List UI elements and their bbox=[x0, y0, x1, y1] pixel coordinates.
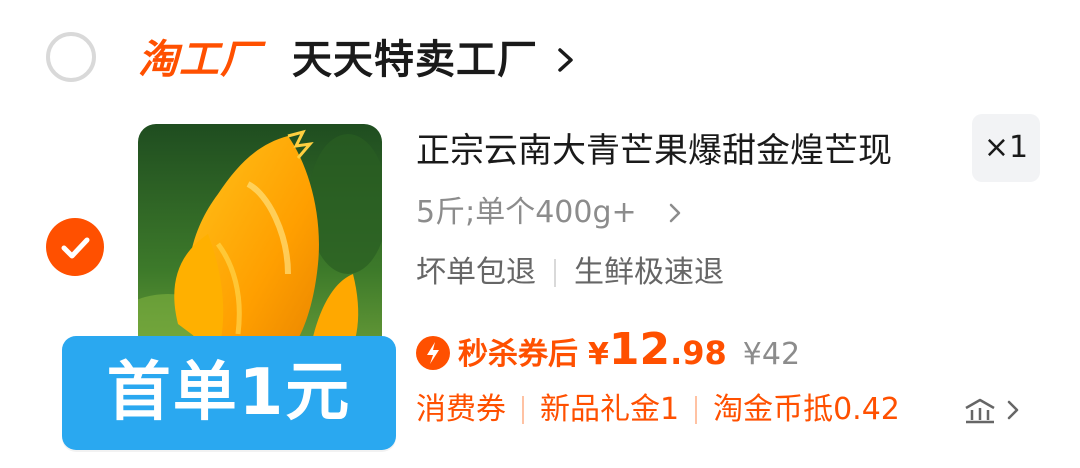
price-currency: ¥ bbox=[588, 337, 609, 372]
store-select-radio[interactable] bbox=[46, 32, 96, 82]
service-tag: 生鲜极速退 bbox=[574, 255, 724, 290]
first-order-badge: 首单1元 bbox=[62, 336, 396, 450]
price-label: 秒杀券后 bbox=[458, 337, 578, 372]
quantity-button[interactable]: ×1 bbox=[972, 114, 1040, 182]
store-name-link[interactable]: 天天特卖工厂 bbox=[292, 36, 538, 84]
divider bbox=[522, 396, 524, 424]
mango-image bbox=[138, 124, 382, 368]
price-row: 秒杀券后 ¥ 12 .98 ¥42 bbox=[416, 324, 801, 375]
price-integer: 12 bbox=[608, 324, 671, 375]
product-image[interactable] bbox=[138, 124, 382, 368]
service-tags: 坏单包退 生鲜极速退 bbox=[416, 252, 724, 294]
divider bbox=[554, 259, 556, 287]
product-title[interactable]: 正宗云南大青芒果爆甜金煌芒现 bbox=[416, 128, 946, 174]
check-icon bbox=[61, 237, 90, 259]
chevron-right-icon[interactable] bbox=[556, 44, 576, 76]
coupon-tag: 消费券 bbox=[416, 392, 506, 427]
coupon-fade-overlay bbox=[900, 386, 960, 434]
coupon-tag: 淘金币抵0.42 bbox=[713, 392, 900, 427]
divider bbox=[695, 396, 698, 424]
sku-selector[interactable]: 5斤;单个400g+ bbox=[416, 192, 637, 234]
original-price: ¥42 bbox=[742, 337, 801, 372]
coupon-tag: 新品礼金1 bbox=[540, 392, 680, 427]
store-logo: 淘工厂 bbox=[138, 37, 261, 83]
coupon-detail-icon[interactable] bbox=[962, 394, 998, 426]
chevron-right-icon[interactable] bbox=[668, 202, 682, 224]
price-decimal: .98 bbox=[670, 334, 727, 372]
chevron-right-icon[interactable] bbox=[1006, 398, 1020, 422]
lightning-icon bbox=[416, 336, 450, 370]
item-select-checkbox[interactable] bbox=[46, 218, 104, 276]
service-tag: 坏单包退 bbox=[416, 255, 536, 290]
